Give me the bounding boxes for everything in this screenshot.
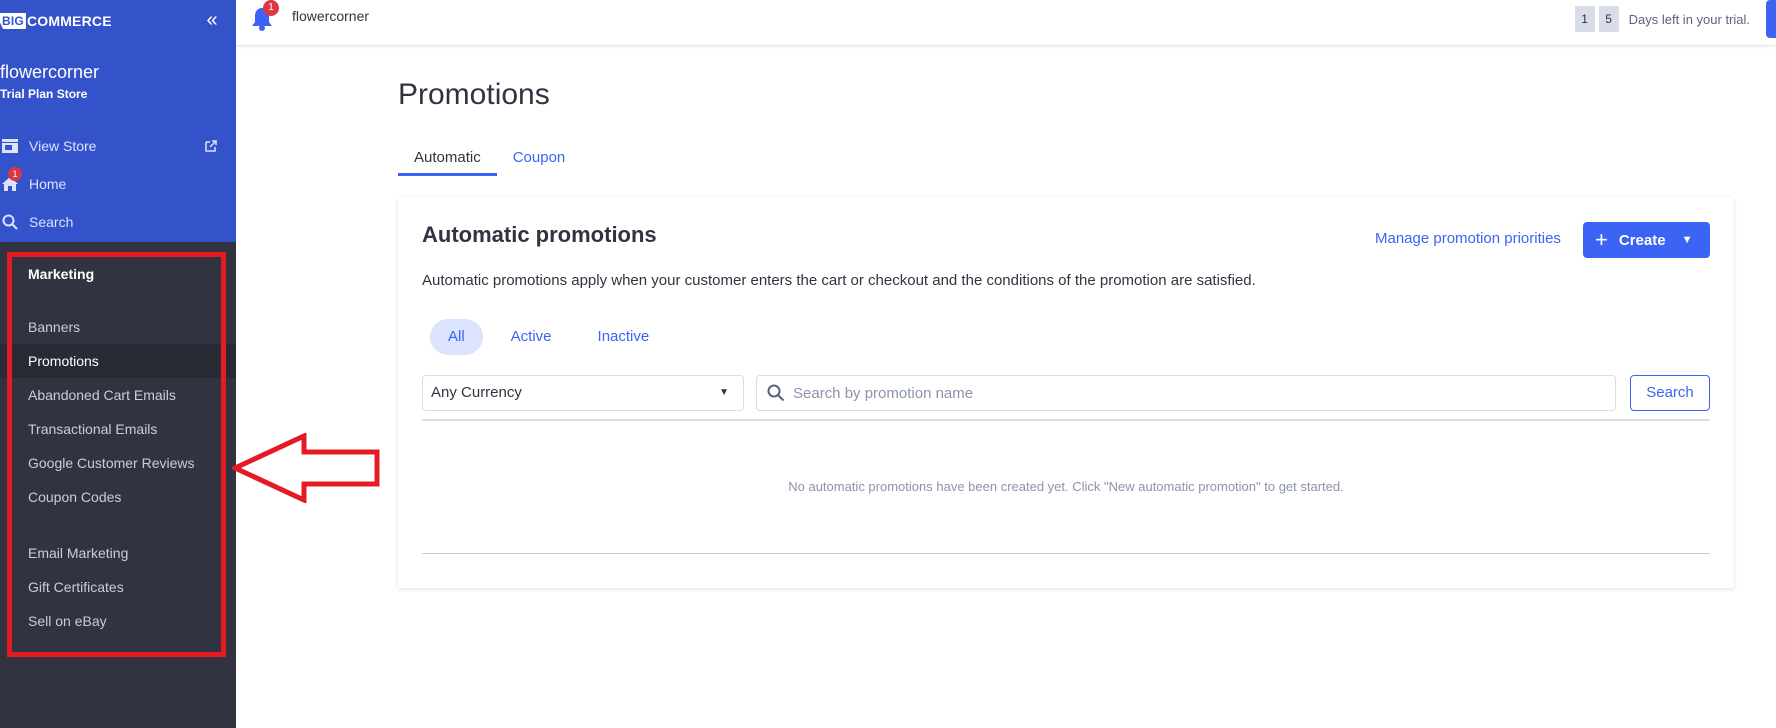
home-badge: 1 — [8, 167, 22, 181]
collapse-sidebar-icon[interactable]: « — [200, 9, 224, 33]
sidebar-store-plan: Trial Plan Store — [0, 87, 88, 101]
bigcommerce-logo[interactable]: BIG COMMERCE — [0, 11, 112, 31]
sidebar-item-home[interactable]: 1 Home — [0, 167, 67, 196]
tab-coupon[interactable]: Coupon — [497, 146, 582, 176]
promotion-search-input[interactable] — [793, 376, 1593, 410]
logo-big-text: BIG — [0, 13, 26, 29]
search-button[interactable]: Search — [1630, 375, 1710, 411]
notification-badge: 1 — [263, 0, 279, 16]
currency-selected-value: Any Currency — [431, 384, 522, 401]
create-button[interactable]: + Create ▼ — [1583, 222, 1710, 258]
trial-digit: 5 — [1598, 6, 1619, 32]
currency-select[interactable]: Any Currency ▼ — [422, 375, 744, 411]
sidebar-item-view-store[interactable]: View Store — [0, 134, 96, 158]
logo-commerce-text: COMMERCE — [26, 13, 112, 29]
filter-inactive[interactable]: Inactive — [580, 319, 668, 355]
table-header-divider — [422, 419, 1710, 421]
filter-all[interactable]: All — [430, 319, 483, 355]
empty-state-message: No automatic promotions have been create… — [788, 479, 1344, 494]
promotion-search-field[interactable] — [756, 375, 1616, 411]
topbar-store-name[interactable]: flowercorner — [292, 8, 369, 24]
table-footer-divider — [422, 553, 1710, 554]
sidebar-item-label: Search — [29, 214, 74, 230]
external-link-icon[interactable] — [204, 139, 218, 153]
trial-digit: 1 — [1574, 6, 1595, 32]
sidebar-item-label: View Store — [29, 138, 97, 154]
arrow-left-icon — [232, 433, 380, 503]
search-icon — [0, 212, 20, 232]
storefront-icon — [0, 136, 20, 156]
automatic-promotions-card: Automatic promotions Manage promotion pr… — [398, 197, 1734, 588]
page-title: Promotions — [398, 78, 550, 111]
notifications-bell-icon[interactable]: 1 — [250, 0, 279, 32]
highlight-box — [7, 252, 226, 657]
tab-automatic[interactable]: Automatic — [398, 146, 497, 176]
home-icon: 1 — [0, 167, 22, 194]
create-button-label: Create — [1618, 231, 1666, 249]
top-bar: 1 flowercorner 1 5 Days left in your tri… — [236, 0, 1776, 46]
dropdown-arrow-icon: ▼ — [719, 387, 729, 398]
sidebar-header: BIG COMMERCE « flowercorner Trial Plan S… — [0, 0, 236, 242]
plus-icon: + — [1595, 227, 1608, 252]
search-icon — [767, 384, 785, 402]
trial-text: Days left in your trial. — [1628, 11, 1750, 27]
filter-active[interactable]: Active — [493, 319, 570, 355]
sidebar-item-label: Home — [29, 176, 67, 192]
card-title: Automatic promotions — [422, 222, 657, 247]
upgrade-button[interactable] — [1766, 0, 1776, 38]
trial-countdown: 1 5 Days left in your trial. — [1574, 6, 1750, 32]
promotion-tabs: Automatic Coupon — [398, 146, 581, 176]
sidebar-store-name: flowercorner — [0, 62, 100, 82]
sidebar-item-search[interactable]: Search — [0, 210, 73, 234]
manage-priorities-link[interactable]: Manage promotion priorities — [1375, 230, 1561, 247]
status-filters: All Active Inactive — [430, 319, 677, 355]
app-root: BIG COMMERCE « flowercorner Trial Plan S… — [0, 0, 1776, 728]
caret-down-icon[interactable]: ▼ — [1682, 234, 1693, 246]
card-description: Automatic promotions apply when your cus… — [422, 272, 1256, 289]
